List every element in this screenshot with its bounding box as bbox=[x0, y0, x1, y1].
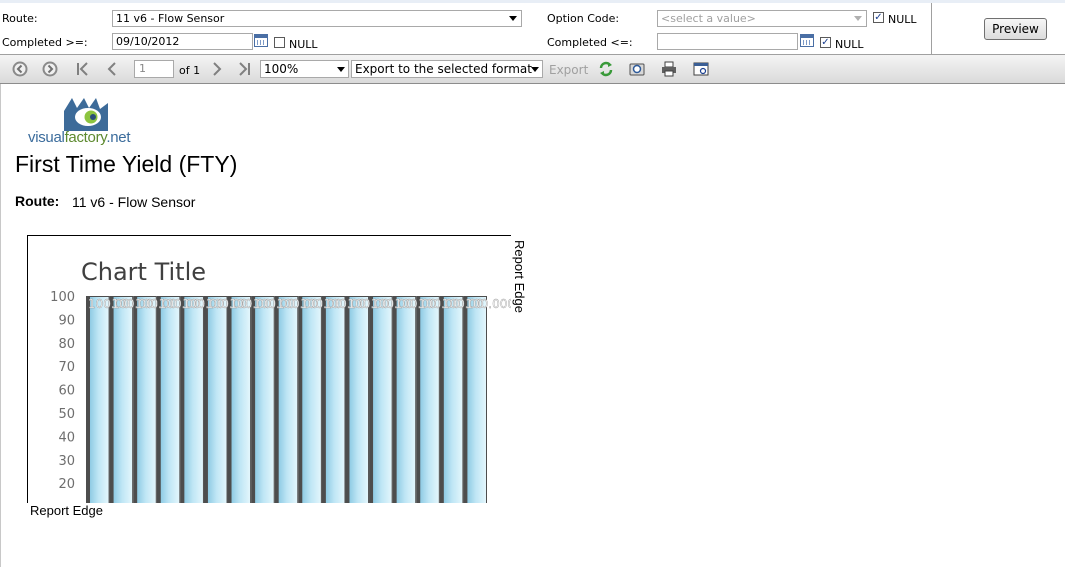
y-tick-label: 20 bbox=[58, 477, 75, 492]
print-icon[interactable] bbox=[661, 61, 677, 77]
bar bbox=[349, 297, 369, 503]
chevron-down-icon bbox=[509, 16, 517, 21]
logo-text-b: factory bbox=[64, 129, 107, 146]
chart-title: Chart Title bbox=[81, 258, 206, 286]
y-tick-label: 90 bbox=[58, 313, 75, 328]
chevron-down-icon bbox=[854, 16, 862, 21]
back-icon[interactable] bbox=[12, 61, 28, 77]
route-select[interactable]: 11 v6 - Flow Sensor bbox=[112, 10, 522, 27]
page-number-input[interactable]: 1 bbox=[134, 60, 174, 78]
completed-from-null-checkbox[interactable] bbox=[274, 37, 285, 48]
y-tick-label: 30 bbox=[58, 454, 75, 469]
previous-page-icon[interactable] bbox=[104, 61, 120, 77]
report-edge-bottom: Report Edge bbox=[30, 503, 103, 518]
option-code-null-label: NULL bbox=[888, 13, 917, 26]
refresh-icon[interactable] bbox=[598, 61, 614, 77]
option-code-null-checkbox[interactable]: ✓ bbox=[873, 12, 884, 23]
calendar-icon[interactable] bbox=[254, 34, 268, 47]
report-edge-right: Report Edge bbox=[512, 240, 527, 313]
route-label: Route: bbox=[15, 193, 60, 209]
bar bbox=[278, 297, 298, 503]
find-icon[interactable] bbox=[629, 61, 645, 77]
y-tick-label: 100 bbox=[50, 290, 75, 305]
y-tick-label: 80 bbox=[58, 337, 75, 352]
bar bbox=[467, 297, 486, 503]
report-toolbar: 1 of 1 100% Export to the selected forma… bbox=[0, 55, 1065, 84]
completed-from-label: Completed >=: bbox=[2, 36, 88, 49]
forward-icon[interactable] bbox=[42, 61, 58, 77]
option-code-select[interactable]: <select a value> bbox=[657, 10, 867, 27]
last-page-icon[interactable] bbox=[236, 61, 252, 77]
zoom-value: 100% bbox=[264, 62, 299, 76]
first-page-icon[interactable] bbox=[75, 61, 91, 77]
preview-button[interactable]: Preview bbox=[984, 18, 1047, 40]
bar bbox=[113, 297, 133, 503]
logo-wordmark: visualfactory.net bbox=[28, 129, 131, 146]
bar bbox=[255, 297, 274, 503]
data-label: 100.0000 bbox=[465, 297, 511, 311]
fty-chart: Chart Title1009080706050403020100.00100.… bbox=[50, 258, 511, 503]
chevron-down-icon bbox=[337, 67, 345, 72]
y-tick-label: 60 bbox=[58, 384, 75, 399]
next-page-icon[interactable] bbox=[209, 61, 225, 77]
chart-frame: Chart Title 100 90 80 70 60 50 40 30 20 100.00 100.… bbox=[27, 235, 511, 503]
zoom-select[interactable]: 100% bbox=[260, 60, 349, 78]
chevron-down-icon bbox=[531, 67, 539, 72]
completed-from-input[interactable]: 09/10/2012 bbox=[112, 33, 253, 50]
bar bbox=[373, 297, 392, 503]
logo-text-c: .net bbox=[106, 129, 131, 146]
bar bbox=[137, 297, 156, 503]
export-link[interactable]: Export bbox=[549, 63, 588, 77]
completed-from-value: 09/10/2012 bbox=[116, 35, 180, 48]
calendar-icon[interactable] bbox=[800, 34, 814, 47]
page-count-text: of 1 bbox=[179, 64, 201, 77]
email-icon[interactable] bbox=[693, 61, 709, 77]
bar bbox=[160, 297, 180, 503]
y-tick-label: 70 bbox=[58, 360, 75, 375]
completed-to-null-label: NULL bbox=[835, 38, 864, 51]
panel-divider bbox=[931, 3, 932, 54]
bar bbox=[302, 297, 321, 503]
export-format-value: Export to the selected format bbox=[355, 62, 532, 76]
page-number-value: 1 bbox=[139, 62, 146, 75]
completed-to-input[interactable] bbox=[657, 33, 798, 50]
bar bbox=[231, 297, 251, 503]
bar bbox=[396, 297, 416, 503]
bar bbox=[90, 297, 109, 503]
report-title: First Time Yield (FTY) bbox=[15, 151, 238, 177]
bar bbox=[184, 297, 203, 503]
y-tick-label: 50 bbox=[58, 407, 75, 422]
parameter-panel: Route: 11 v6 - Flow Sensor Option Code: … bbox=[0, 3, 1065, 55]
completed-from-null-label: NULL bbox=[289, 38, 318, 51]
bar bbox=[420, 297, 439, 503]
report-left-border bbox=[0, 84, 1, 567]
bar bbox=[207, 297, 227, 503]
bar bbox=[443, 297, 463, 503]
route-param-label: Route: bbox=[2, 12, 38, 25]
completed-to-label: Completed <=: bbox=[547, 36, 633, 49]
logo-text-a: visual bbox=[28, 129, 65, 146]
route-select-value: 11 v6 - Flow Sensor bbox=[116, 12, 225, 25]
export-format-select[interactable]: Export to the selected format bbox=[351, 60, 543, 78]
option-code-placeholder: <select a value> bbox=[661, 12, 756, 25]
y-tick-label: 40 bbox=[58, 430, 75, 445]
bar bbox=[325, 297, 345, 503]
route-value: 11 v6 - Flow Sensor bbox=[72, 194, 196, 210]
option-code-label: Option Code: bbox=[547, 12, 620, 25]
completed-to-null-checkbox[interactable]: ✓ bbox=[820, 37, 831, 48]
